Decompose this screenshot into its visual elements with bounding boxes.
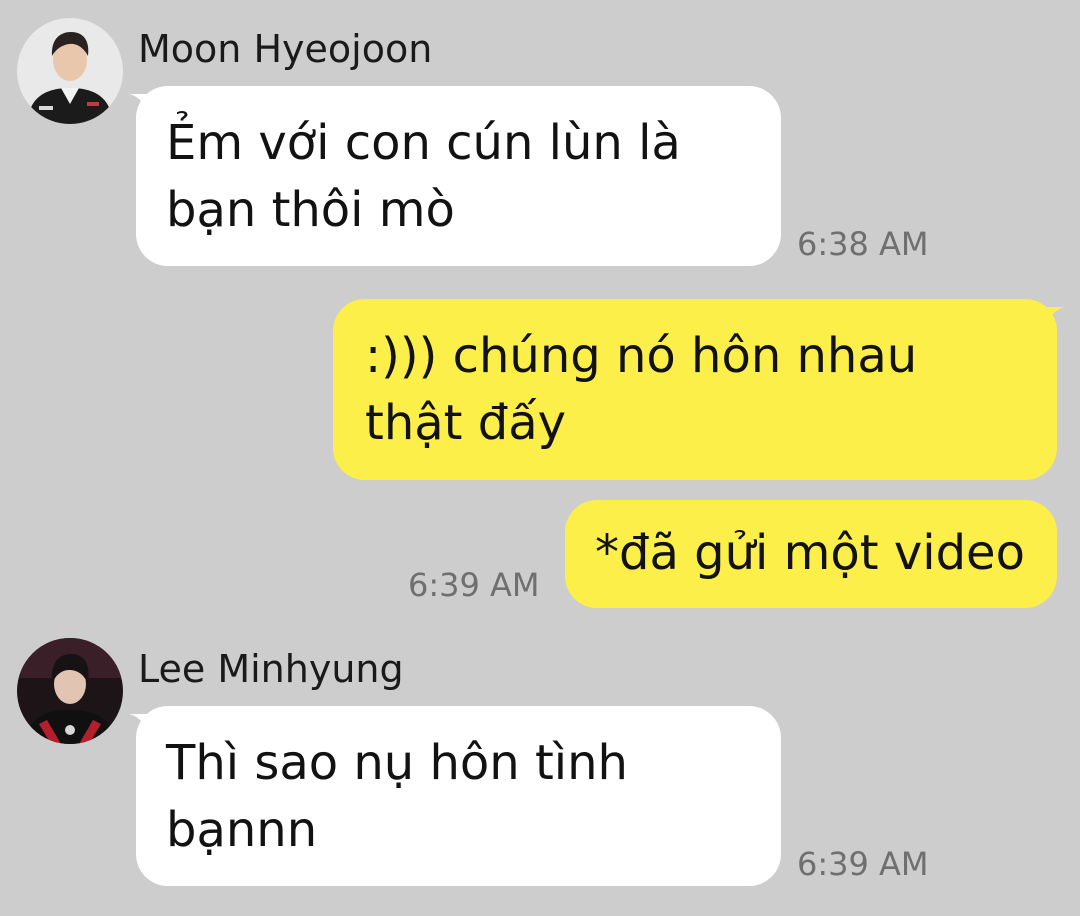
message-bubble-received[interactable]: Thì sao nụ hôn tình bạnnn	[136, 706, 781, 886]
avatar-moon-hyeojoon[interactable]	[17, 18, 123, 124]
profile-photo-icon	[17, 638, 123, 744]
message-text: Thì sao nụ hôn tình bạnnn	[166, 735, 628, 858]
message-bubble-sent[interactable]: :))) chúng nó hôn nhau thật đấy	[333, 299, 1057, 480]
message-text: *đã gửi một video	[595, 525, 1025, 581]
sender-name: Lee Minhyung	[138, 647, 404, 691]
message-timestamp: 6:39 AM	[797, 845, 929, 883]
message-text: Ẻm với con cún lùn là bạn thôi mò	[166, 115, 681, 238]
message-text: :))) chúng nó hôn nhau thật đấy	[365, 328, 918, 451]
message-bubble-received[interactable]: Ẻm với con cún lùn là bạn thôi mò	[136, 86, 781, 266]
message-bubble-sent[interactable]: *đã gửi một video	[565, 500, 1057, 608]
profile-photo-icon	[17, 18, 123, 124]
message-timestamp: 6:38 AM	[797, 225, 929, 263]
avatar-lee-minhyung[interactable]	[17, 638, 123, 744]
message-timestamp: 6:39 AM	[408, 566, 540, 604]
sender-name: Moon Hyeojoon	[138, 27, 433, 71]
